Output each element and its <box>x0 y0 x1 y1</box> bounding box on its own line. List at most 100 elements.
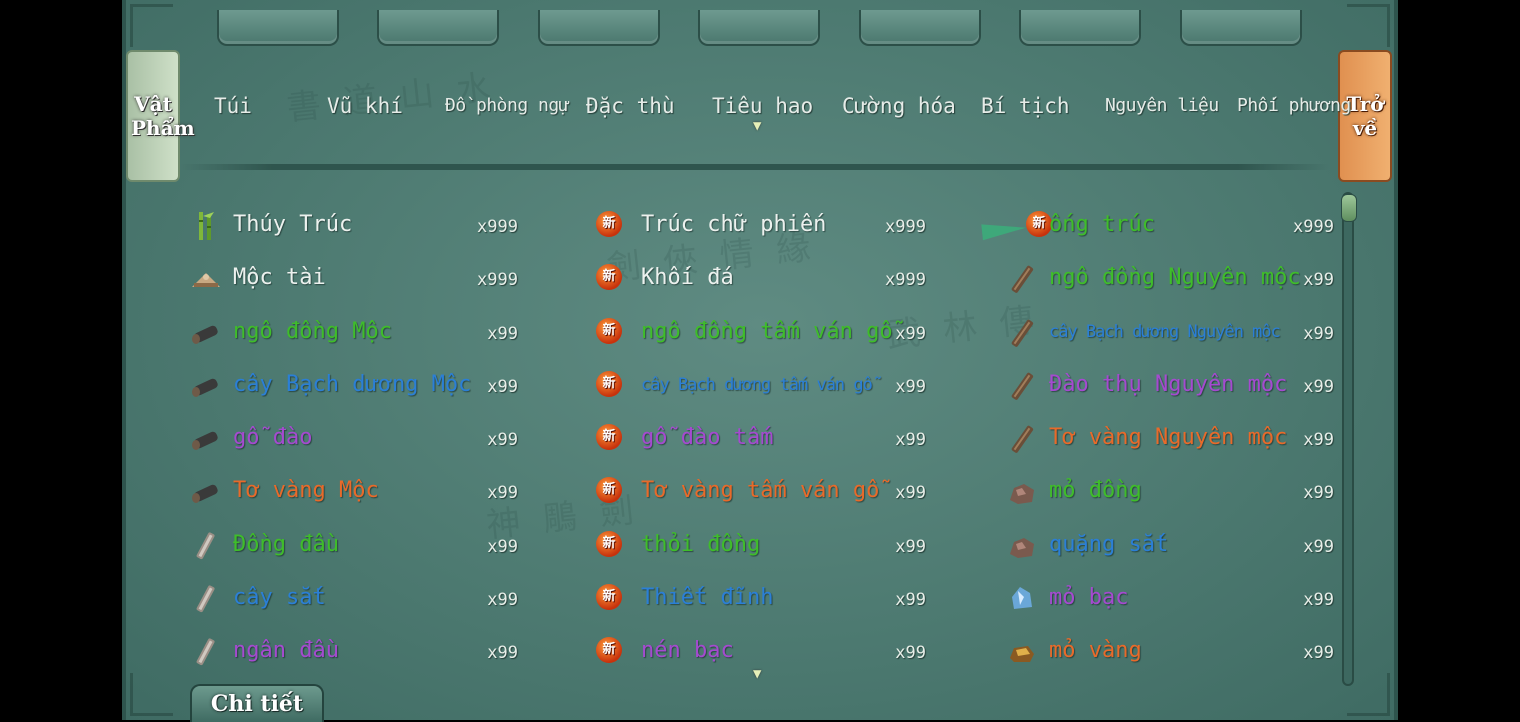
inventory-item[interactable]: 新 nén bạc x99 <box>596 626 1004 679</box>
inventory-item[interactable]: Tơ vàng Nguyên mộc x99 <box>1004 413 1338 466</box>
new-badge-icon: 新 <box>596 424 622 451</box>
new-badge-icon: 新 <box>596 211 622 237</box>
tab-special[interactable]: Đặc thù <box>586 90 675 122</box>
plank-icon <box>1006 423 1038 455</box>
item-name: Thúy Trúc <box>233 212 353 237</box>
inventory-item[interactable]: 新 ống trúc x999 <box>981 200 1338 253</box>
inventory-item[interactable]: 新 gỗ đào tấm x99 <box>596 413 1004 466</box>
tab-consumables[interactable]: Tiêu hao <box>712 90 813 122</box>
tab-materials[interactable]: Nguyên liệu <box>1105 90 1219 122</box>
inventory-item[interactable]: gỗ đào x99 <box>188 413 596 466</box>
top-slot <box>538 10 660 46</box>
corner-ornament <box>130 673 173 716</box>
inventory-item[interactable]: mỏ đồng x99 <box>1004 466 1338 519</box>
new-badge-icon: 新 <box>596 264 622 291</box>
item-name: mỏ vàng <box>1049 638 1142 664</box>
inventory-item[interactable]: Thúy Trúc x999 <box>188 200 596 253</box>
inventory-item[interactable]: ngô đồng Mộc x99 <box>188 307 596 360</box>
inventory-item[interactable]: 新 cây Bạch dương tấm ván gỗ x99 <box>596 360 1004 413</box>
inventory-item[interactable]: quặng sắt x99 <box>1004 520 1338 573</box>
item-quantity: x99 <box>1303 376 1334 397</box>
top-slot <box>698 10 820 46</box>
top-slot <box>217 10 339 46</box>
tab-recipes[interactable]: Phối phương <box>1237 90 1351 122</box>
item-quantity: x99 <box>487 430 518 451</box>
top-slot <box>377 10 499 46</box>
tab-divider <box>180 164 1330 170</box>
inventory-item[interactable]: cây Bạch dương Mộc x99 <box>188 360 596 413</box>
inventory-item[interactable]: mỏ bạc x99 <box>1004 573 1338 626</box>
item-name: cây Bạch dương Nguyên mộc <box>1049 321 1281 342</box>
item-name: cây Bạch dương tấm ván gỗ <box>641 374 873 395</box>
item-quantity: x99 <box>895 430 926 451</box>
inventory-item[interactable]: Tơ vàng Mộc x99 <box>188 466 596 519</box>
new-badge-icon: 新 <box>596 477 622 504</box>
inventory-item[interactable]: cây Bạch dương Nguyên mộc x99 <box>1004 307 1338 360</box>
item-quantity: x99 <box>1303 590 1334 611</box>
top-slot <box>859 10 981 46</box>
inventory-title-banner: Vật Phẩm <box>126 50 195 182</box>
inventory-item[interactable]: 新 Thiết đĩnh x99 <box>596 573 1004 626</box>
detail-button[interactable]: Chi tiết <box>190 684 324 722</box>
inventory-item[interactable]: ngô đồng Nguyên mộc x99 <box>1004 253 1338 306</box>
inventory-item[interactable]: 新 thỏi đồng x99 <box>596 520 1004 573</box>
inventory-item[interactable]: Đồng đầu x99 <box>188 520 596 573</box>
item-name: Đồng đầu <box>233 531 339 557</box>
ore-icon <box>1006 530 1038 562</box>
item-name: ngô đồng tấm ván gỗ <box>641 318 893 344</box>
item-quantity: x99 <box>1303 430 1334 451</box>
inventory-title: Vật Phẩm <box>131 92 195 140</box>
scrollbar-thumb[interactable] <box>1341 194 1357 222</box>
item-quantity: x99 <box>895 643 926 664</box>
inventory-item[interactable]: 新 Tơ vàng tấm ván gỗ x99 <box>596 466 1004 519</box>
new-badge-icon: 新 <box>596 637 622 664</box>
corner-ornament <box>130 4 173 47</box>
item-quantity: x99 <box>895 376 926 397</box>
tab-manuals[interactable]: Bí tịch <box>981 90 1070 122</box>
plank-icon <box>1006 263 1038 295</box>
corner-ornament <box>1347 4 1390 47</box>
item-name: Mộc tài <box>233 265 326 291</box>
inventory-item[interactable]: Mộc tài x999 <box>188 253 596 306</box>
wood-pile-icon <box>190 263 222 295</box>
item-name: Thiết đĩnh <box>641 585 774 611</box>
scrollbar-track[interactable] <box>1342 192 1354 686</box>
inventory-item[interactable]: 新 Trúc chữ phiến x999 <box>596 200 1004 253</box>
item-name: cây sắt <box>233 585 326 611</box>
tab-bag[interactable]: Túi <box>214 90 252 122</box>
item-quantity: x99 <box>487 323 518 344</box>
tab-enhance[interactable]: Cường hóa <box>842 90 956 122</box>
item-name: ngô đồng Mộc <box>233 318 392 344</box>
item-name: cây Bạch dương Mộc <box>233 371 472 397</box>
item-quantity: x99 <box>1303 323 1334 344</box>
back-label: Trở về <box>1346 92 1384 140</box>
item-quantity: x99 <box>487 483 518 504</box>
chevron-down-icon[interactable]: ▼ <box>753 666 761 682</box>
inventory-item[interactable]: ngân đầu x99 <box>188 626 596 679</box>
new-badge-icon: 新 <box>596 530 622 557</box>
item-name: thỏi đồng <box>641 531 761 557</box>
item-name: Tơ vàng Nguyên mộc <box>1049 425 1288 451</box>
ingot-bar-icon <box>190 583 222 615</box>
log-icon <box>190 370 222 402</box>
inventory-item[interactable]: mỏ vàng x99 <box>1004 626 1338 679</box>
item-name: mỏ đồng <box>1049 478 1142 504</box>
item-quantity: x999 <box>885 270 926 291</box>
tab-armor[interactable]: Đồ phòng ngự <box>445 90 570 122</box>
inventory-item[interactable]: cây sắt x99 <box>188 573 596 626</box>
inventory-item[interactable]: 新 Khối đá x999 <box>596 253 1004 306</box>
bamboo-icon <box>190 210 222 242</box>
plank-icon <box>1006 317 1038 349</box>
item-name: ngân đầu <box>233 638 339 664</box>
item-quantity: x999 <box>1293 217 1334 237</box>
inventory-item[interactable]: 新 ngô đồng tấm ván gỗ x99 <box>596 307 1004 360</box>
new-badge-icon: 新 <box>596 584 622 611</box>
tab-weapons[interactable]: Vũ khí <box>327 90 403 122</box>
crystal-ore-icon <box>1006 583 1038 615</box>
item-name: mỏ bạc <box>1049 585 1129 611</box>
item-name: Tơ vàng tấm ván gỗ <box>641 478 880 504</box>
inventory-item[interactable]: Đào thụ Nguyên mộc x99 <box>1004 360 1338 413</box>
top-slot <box>1019 10 1141 46</box>
arrow-cursor-icon <box>981 219 1027 241</box>
log-icon <box>190 423 222 455</box>
